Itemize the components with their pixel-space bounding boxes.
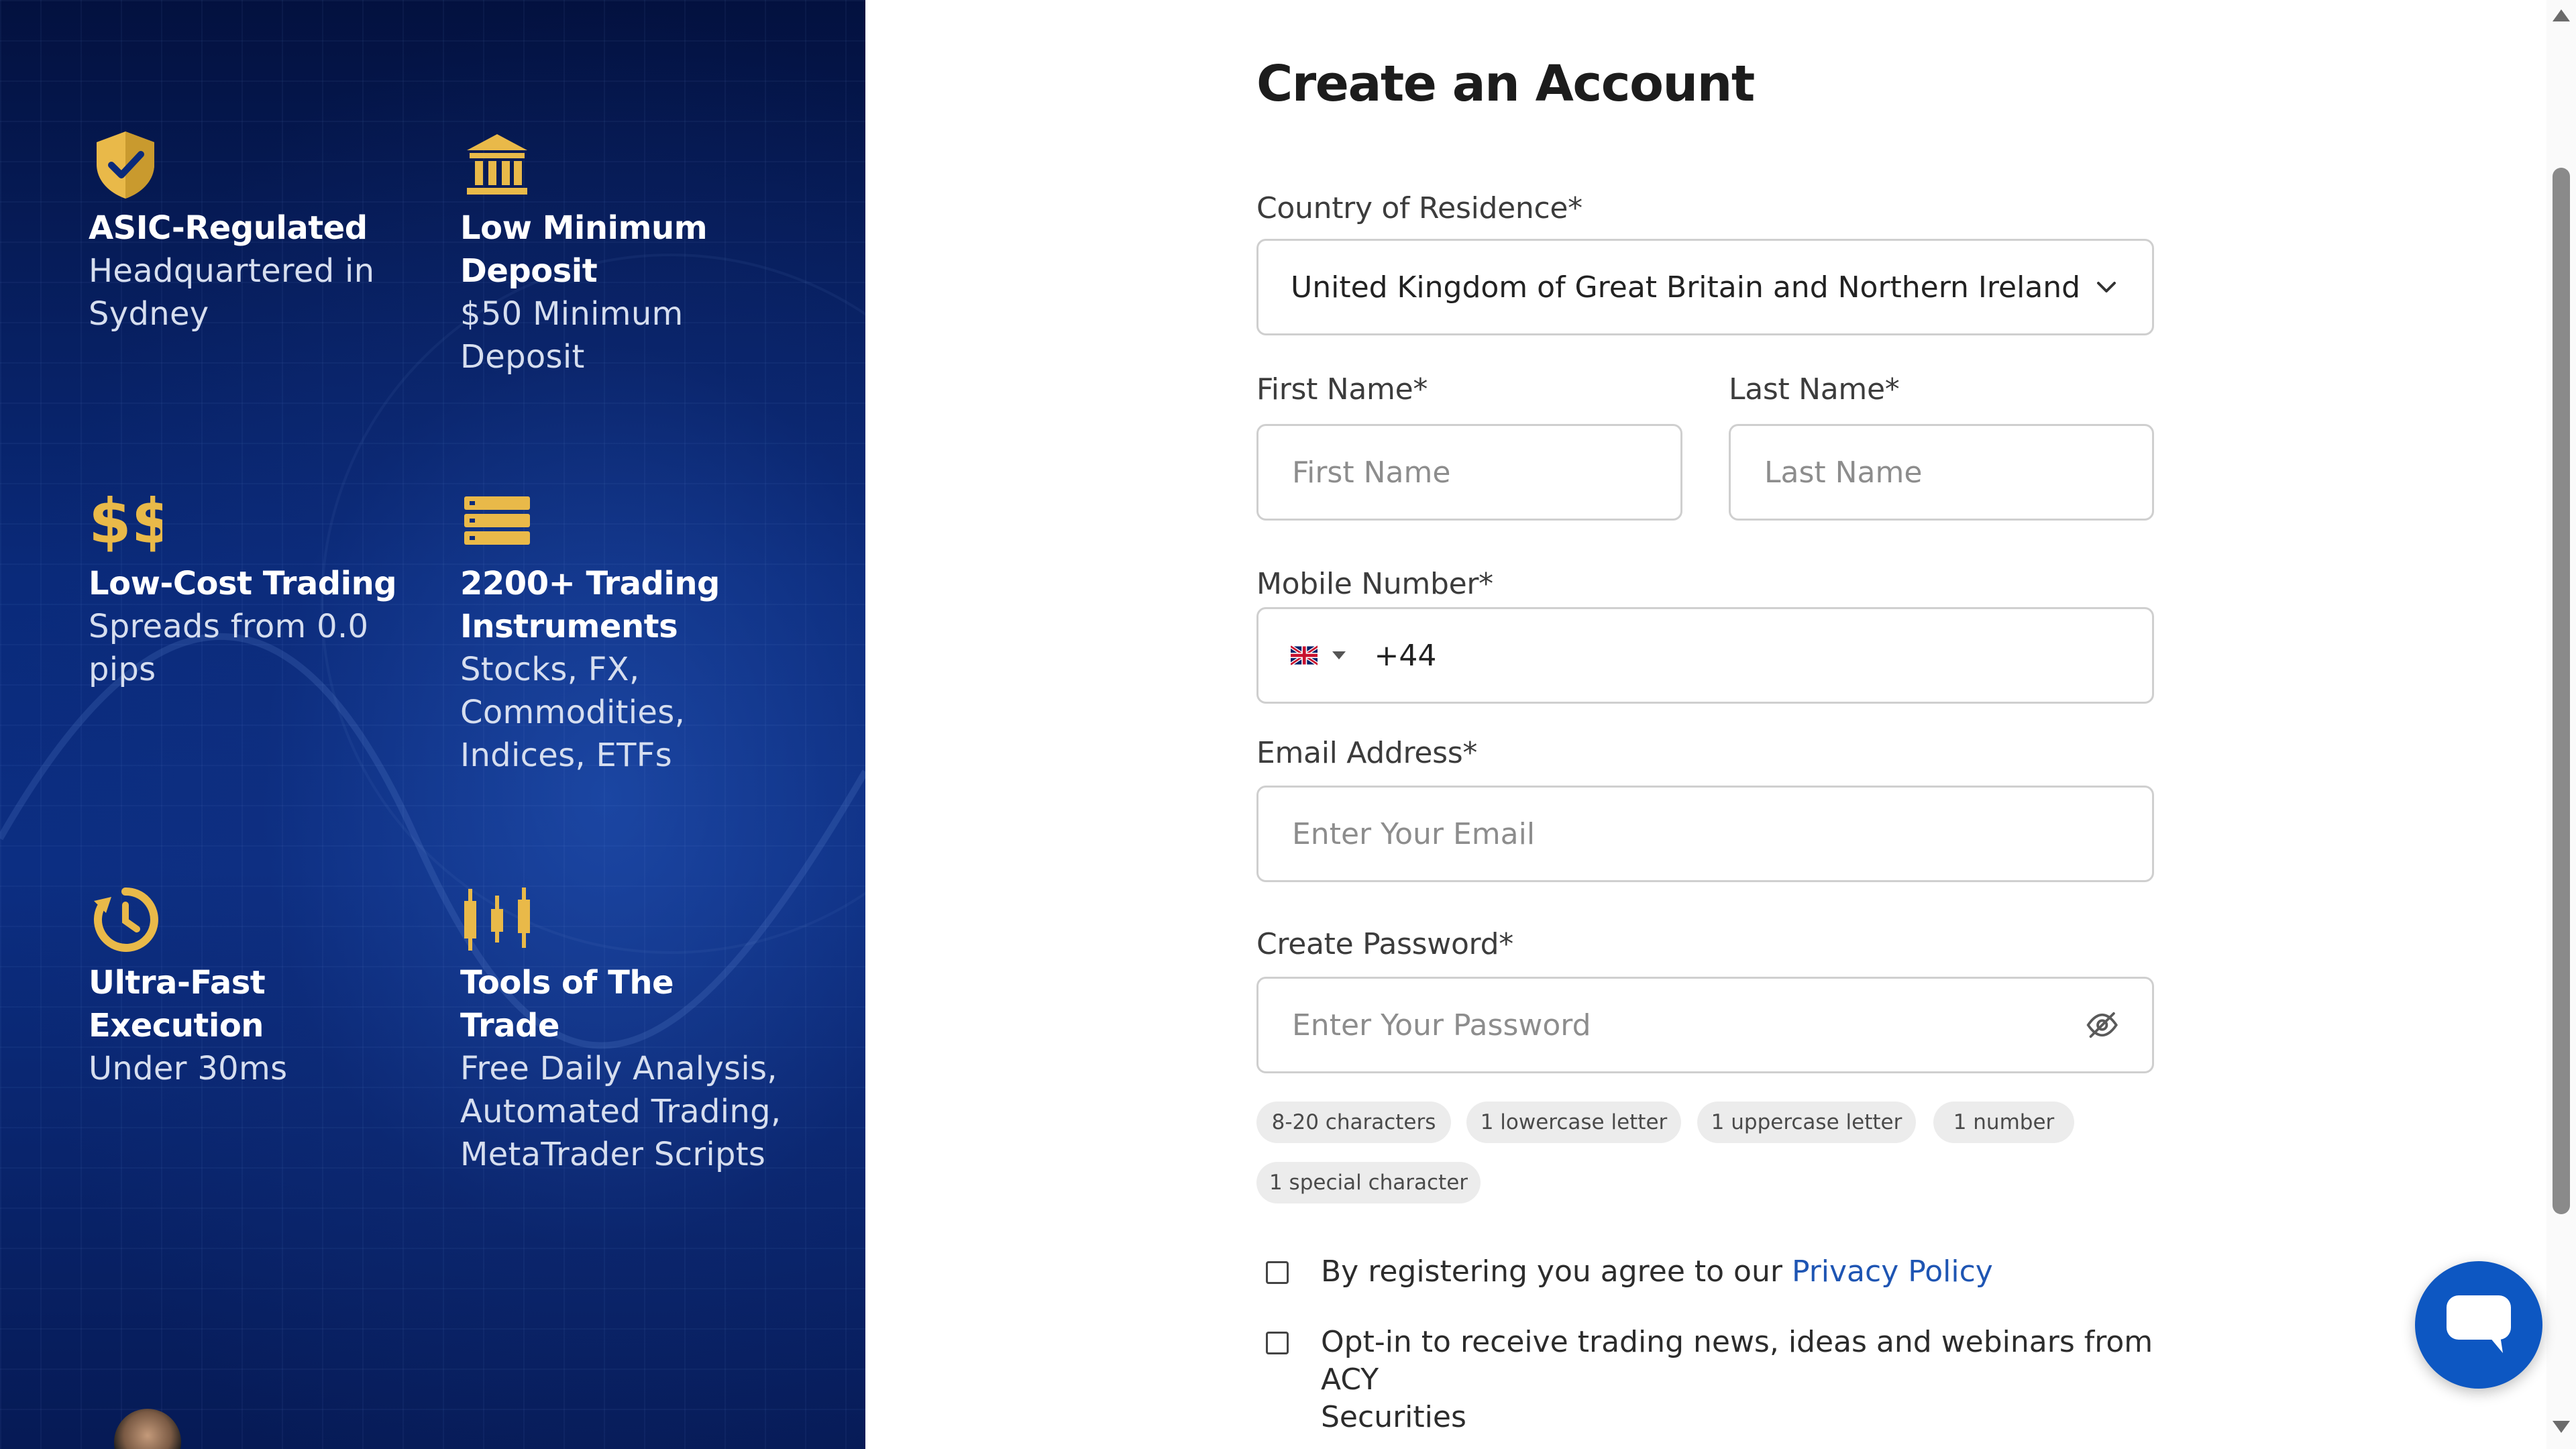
privacy-statement: By registering you agree to our [1321, 1254, 1792, 1289]
country-select[interactable]: United Kingdom of Great Britain and Nort… [1256, 239, 2154, 335]
feature-subtitle: Under 30ms [89, 1050, 288, 1087]
server-stack-icon [464, 496, 530, 545]
privacy-checkbox[interactable] [1266, 1261, 1289, 1284]
email-label: Email Address* [1256, 736, 1478, 770]
optin-checkbox[interactable] [1266, 1332, 1289, 1354]
page-title: Create an Account [1256, 55, 1755, 113]
mobile-input[interactable] [1446, 637, 2120, 674]
password-input[interactable] [1291, 1007, 2084, 1043]
email-field[interactable] [1256, 786, 2154, 882]
email-input[interactable] [1291, 816, 2120, 852]
dial-code: +44 [1374, 638, 1437, 673]
scrollbar-thumb[interactable] [2553, 168, 2570, 1214]
dollar-signs-icon: $$ [89, 486, 162, 557]
feature-title: ASIC-Regulated [89, 209, 368, 247]
feature-low-cost: $$ Low-Cost Trading Spreads from 0.0 pip… [89, 483, 411, 691]
svg-text:$$: $$ [89, 486, 162, 557]
country-code-dropdown-icon[interactable] [1332, 651, 1346, 659]
password-rule-chip: 8-20 characters [1256, 1102, 1451, 1143]
password-rule-chip: 1 lowercase letter [1466, 1102, 1681, 1143]
mobile-field[interactable]: +44 [1256, 607, 2154, 704]
password-label: Create Password* [1256, 927, 1513, 961]
first-name-field[interactable] [1256, 424, 1682, 521]
feature-asic: ASIC-Regulated Headquartered in Sydney [89, 127, 411, 335]
feature-title: Tools of The Trade [460, 964, 674, 1044]
scroll-up-arrow[interactable] [2553, 9, 2570, 21]
optin-line-1: Opt-in to receive trading news, ideas an… [1321, 1325, 2153, 1397]
last-name-field[interactable] [1729, 424, 2154, 521]
feature-instruments: 2200+ Trading Instruments Stocks, FX, Co… [460, 483, 782, 777]
mobile-label: Mobile Number* [1256, 567, 1493, 601]
uk-flag-icon[interactable] [1291, 644, 1318, 667]
password-rule-chip: 1 uppercase letter [1697, 1102, 1916, 1143]
password-rule-chip: 1 number [1933, 1102, 2074, 1143]
feature-execution: Ultra-Fast Execution Under 30ms [89, 882, 411, 1090]
privacy-policy-link[interactable]: Privacy Policy [1792, 1254, 1993, 1289]
feature-min-deposit: Low Minimum Deposit $50 Minimum Deposit [460, 127, 782, 378]
country-value: United Kingdom of Great Britain and Nort… [1291, 270, 2081, 305]
last-name-input[interactable] [1763, 454, 2120, 490]
first-name-input[interactable] [1291, 454, 1648, 490]
feature-subtitle: Headquartered in Sydney [89, 252, 375, 333]
feature-title: Low Minimum Deposit [460, 209, 708, 290]
candlestick-icon [464, 888, 530, 951]
feature-title: Ultra-Fast Execution [89, 964, 266, 1044]
feature-title: Low-Cost Trading [89, 565, 397, 602]
feature-tools: Tools of The Trade Free Daily Analysis, … [460, 882, 782, 1176]
chevron-down-icon [2097, 282, 2116, 292]
optin-line-2: Securities [1321, 1400, 1466, 1434]
bank-icon [467, 134, 527, 195]
first-name-label: First Name* [1256, 372, 1428, 407]
eye-off-icon[interactable] [2084, 1006, 2120, 1044]
feature-subtitle: Free Daily Analysis, Automated Trading, … [460, 1050, 782, 1173]
feature-subtitle: Stocks, FX, Commodities, Indices, ETFs [460, 651, 686, 774]
last-name-label: Last Name* [1729, 372, 1900, 407]
optin-text: Opt-in to receive trading news, ideas an… [1321, 1324, 2213, 1436]
chat-bubble-icon [2447, 1295, 2511, 1353]
feature-subtitle: $50 Minimum Deposit [460, 295, 684, 376]
shield-check-icon [97, 131, 154, 199]
clock-icon [94, 887, 158, 952]
feature-title: 2200+ Trading Instruments [460, 565, 720, 645]
feature-panel: ASIC-Regulated Headquartered in Sydney L… [0, 0, 865, 1449]
privacy-text: By registering you agree to our Privacy … [1321, 1253, 1993, 1291]
feature-subtitle: Spreads from 0.0 pips [89, 608, 369, 688]
password-rule-chip: 1 special character [1256, 1162, 1481, 1203]
chat-button[interactable] [2415, 1261, 2542, 1389]
scroll-down-arrow[interactable] [2553, 1421, 2570, 1433]
country-label: Country of Residence* [1256, 191, 1582, 225]
password-field[interactable] [1256, 977, 2154, 1073]
